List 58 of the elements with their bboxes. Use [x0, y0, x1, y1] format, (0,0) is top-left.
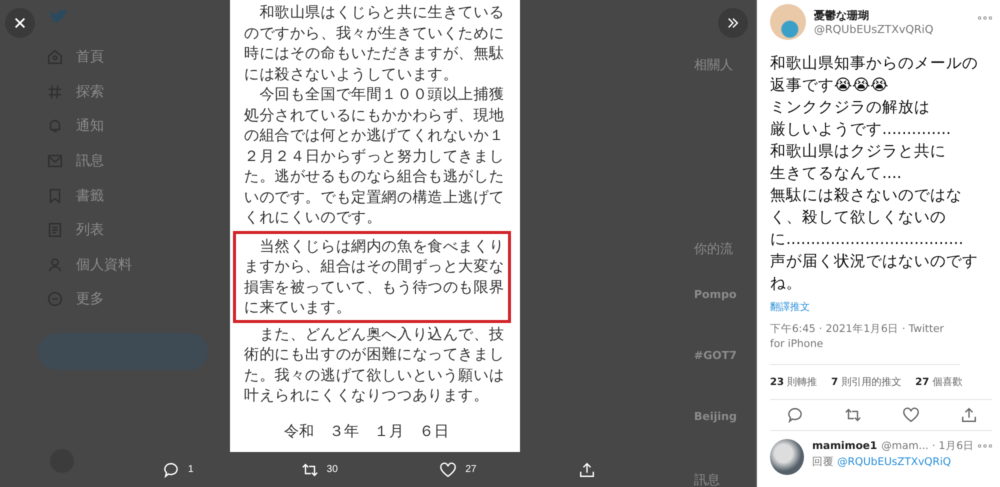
nav-item[interactable]: 書籤 [38, 178, 215, 213]
close-button[interactable] [5, 8, 35, 38]
section-heading: 訊息 [694, 472, 720, 487]
retweet-button[interactable] [844, 406, 862, 424]
like-button[interactable] [902, 406, 920, 424]
nav-item[interactable]: 通知 [38, 109, 215, 144]
letter-paragraph: 和歌山県はくじらと共に生きている のですから、我々が生きていくために 時にはその命もいただきますが、無駄 には殺さないようしています。 [244, 2, 506, 84]
reply-label: 回覆 [812, 456, 834, 468]
avatar [770, 4, 806, 40]
share-icon [578, 460, 596, 478]
mention-link[interactable]: @RQUbEUsZTXvQRiQ [837, 456, 952, 468]
hashtag-icon [46, 82, 64, 101]
close-icon [13, 16, 27, 30]
nav-item[interactable]: 更多 [38, 282, 215, 317]
reply-icon [162, 460, 180, 478]
person-icon [46, 256, 64, 274]
tweet-text: 和歌山県知事からのメールの 返事です😭😭😭 ミンククジラの解放は 厳しいようです.............. 和歌山県はクジラと共に 生きてるなんて.... 無駄には殺さないのではな く、殺して欲しくないの に.................................... 声が届く状況ではないのです ね。 [770, 53, 979, 294]
trend-name: Pompo [694, 288, 737, 301]
like-button[interactable]: 27 [437, 458, 498, 480]
trend-name: Beijing [694, 410, 737, 423]
letter-date: 令和 ３年 １月 ６日 [284, 422, 450, 440]
double-chevron-icon [726, 16, 740, 30]
retweet-icon [844, 406, 862, 424]
user-name: mamimoe1 [812, 440, 878, 452]
expand-button[interactable] [718, 8, 748, 38]
section-heading: 你的流 [694, 241, 733, 258]
retweet-button[interactable]: 30 [298, 458, 359, 480]
letter-paragraph: また、どんどん奥へ入り込んで、技 術的にも出すのが困難になってきまし た。我々の逃げて欲しいという願いは 叶えられにくくなりつつあります。 [244, 324, 506, 406]
heart-icon [902, 406, 920, 424]
more-icon [46, 290, 64, 308]
more-icon[interactable] [978, 444, 992, 448]
stat-link[interactable]: 23 則轉推 [770, 375, 818, 389]
stat-link[interactable]: 27 個喜歡 [915, 375, 962, 389]
stat-link[interactable]: 7 則引用的推文 [831, 375, 902, 389]
trend-name: #GOT7 [694, 349, 737, 362]
list-icon [46, 221, 64, 240]
section-heading: 相關人 [694, 57, 733, 74]
reply-button[interactable] [786, 406, 804, 424]
nav-item[interactable]: 列表 [38, 212, 215, 248]
nav-item[interactable]: 探索 [38, 74, 215, 110]
more-icon[interactable] [978, 16, 992, 20]
translate-link[interactable]: 翻譯推文 [770, 300, 810, 314]
share-icon [960, 406, 978, 424]
nav-item[interactable]: 個人資料 [38, 248, 215, 282]
home-icon [46, 48, 64, 66]
nav-item[interactable]: 首頁 [38, 40, 215, 75]
heart-icon [439, 460, 458, 478]
reply-icon [786, 406, 804, 424]
nav-item[interactable]: 訊息 [38, 144, 215, 178]
share-button[interactable] [960, 406, 978, 424]
reply-button[interactable]: 1 [160, 458, 220, 480]
avatar [770, 439, 804, 475]
user-name: 憂鬱な珊瑚 [814, 8, 870, 23]
reply-meta: @mam... · 1月6日 [881, 439, 974, 453]
tweet-timestamp: 下午6:45 · 2021年1月6日 · Twitter for iPhone [770, 322, 960, 365]
highlighted-paragraph: 当然くじらは網内の魚を食べまくり ますから、組合はその間ずっと大変な 損害を被っていて、もう待つのも限界 に来ています。 [236, 234, 508, 320]
letter-paragraph: 今回も全国で年間１００頭以上捕獲 処分されているにもかかわらず、現地 の組合では何とか逃げてくれないか１ ２月２４日からずっと努力してきまし た。逃がせるものなら組合も逃がした いのです。でも定置網の構造上逃げて くれにくいのです。 [244, 84, 506, 228]
user-handle: @RQUbEUsZTXvQRiQ [814, 23, 934, 36]
